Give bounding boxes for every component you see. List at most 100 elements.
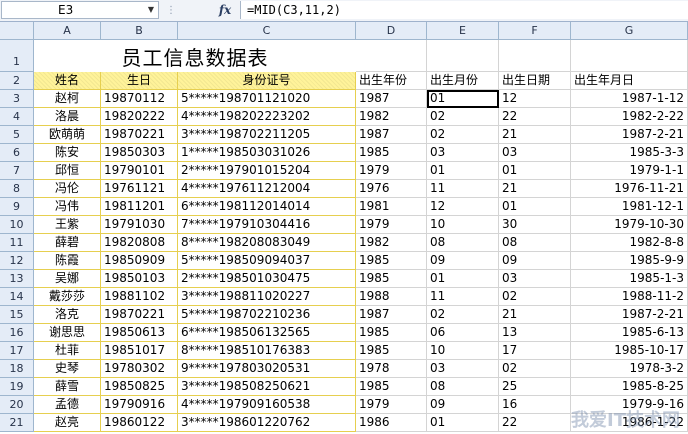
insert-function-icon[interactable]: fx bbox=[214, 2, 236, 18]
table-cell[interactable]: 陈安 bbox=[34, 144, 101, 162]
table-cell[interactable]: 02 bbox=[427, 306, 499, 324]
table-cell[interactable]: 19790101 bbox=[101, 162, 178, 180]
table-cell[interactable]: 1985 bbox=[356, 144, 427, 162]
table-cell[interactable]: 1987-2-21 bbox=[571, 306, 688, 324]
table-cell[interactable]: 11 bbox=[427, 180, 499, 198]
row-header-14[interactable]: 14 bbox=[0, 288, 34, 306]
sheet-title[interactable]: 员工信息数据表 bbox=[34, 40, 356, 72]
table-cell[interactable]: 08 bbox=[427, 378, 499, 396]
table-cell[interactable]: 赵柯 bbox=[34, 90, 101, 108]
table-cell[interactable]: 1981 bbox=[356, 198, 427, 216]
table-cell[interactable]: 1985-1-3 bbox=[571, 270, 688, 288]
table-cell[interactable]: 4*****197611212004 bbox=[178, 180, 356, 198]
row-header-7[interactable]: 7 bbox=[0, 162, 34, 180]
table-cell[interactable]: 19851017 bbox=[101, 342, 178, 360]
row-header-17[interactable]: 17 bbox=[0, 342, 34, 360]
column-header-f[interactable]: F bbox=[499, 22, 571, 40]
table-cell[interactable]: 8*****198510176383 bbox=[178, 342, 356, 360]
table-cell[interactable]: 1987 bbox=[356, 126, 427, 144]
table-cell[interactable]: 5*****198509094037 bbox=[178, 252, 356, 270]
column-header-b[interactable]: B bbox=[101, 22, 178, 40]
table-cell[interactable]: 1982-8-8 bbox=[571, 234, 688, 252]
active-cell[interactable]: 01 bbox=[427, 90, 499, 108]
table-cell[interactable]: 1*****198503031026 bbox=[178, 144, 356, 162]
row-header-1[interactable]: 1 bbox=[0, 40, 34, 72]
table-cell[interactable]: 1979 bbox=[356, 162, 427, 180]
table-cell[interactable]: 25 bbox=[499, 378, 571, 396]
table-cell[interactable]: 1982 bbox=[356, 234, 427, 252]
cell-empty[interactable] bbox=[427, 40, 499, 72]
column-header-e[interactable]: E bbox=[427, 22, 499, 40]
table-cell[interactable]: 9*****197803020531 bbox=[178, 360, 356, 378]
table-cell[interactable]: 欧萌萌 bbox=[34, 126, 101, 144]
table-cell[interactable]: 17 bbox=[499, 342, 571, 360]
row-header-10[interactable]: 10 bbox=[0, 216, 34, 234]
table-cell[interactable]: 1978 bbox=[356, 360, 427, 378]
chevron-down-icon[interactable]: ▼ bbox=[148, 2, 154, 18]
table-cell[interactable]: 1976-11-21 bbox=[571, 180, 688, 198]
table-cell[interactable]: 1982-2-22 bbox=[571, 108, 688, 126]
table-cell[interactable]: 19850909 bbox=[101, 252, 178, 270]
table-cell[interactable]: 03 bbox=[499, 270, 571, 288]
table-cell[interactable]: 1987-1-12 bbox=[571, 90, 688, 108]
table-cell[interactable]: 21 bbox=[499, 126, 571, 144]
table-cell[interactable]: 30 bbox=[499, 216, 571, 234]
table-cell[interactable]: 11 bbox=[427, 288, 499, 306]
table-cell[interactable]: 孟德 bbox=[34, 396, 101, 414]
table-cell[interactable]: 01 bbox=[427, 270, 499, 288]
table-cell[interactable]: 19790916 bbox=[101, 396, 178, 414]
table-cell[interactable]: 03 bbox=[499, 144, 571, 162]
table-cell[interactable]: 1985 bbox=[356, 378, 427, 396]
row-header-2[interactable]: 2 bbox=[0, 72, 34, 90]
table-header-cell[interactable]: 生日 bbox=[101, 72, 178, 90]
table-cell[interactable]: 19870112 bbox=[101, 90, 178, 108]
table-cell[interactable]: 1979-10-30 bbox=[571, 216, 688, 234]
table-cell[interactable]: 1982 bbox=[356, 108, 427, 126]
table-cell[interactable]: 19850825 bbox=[101, 378, 178, 396]
table-cell[interactable]: 1985-9-9 bbox=[571, 252, 688, 270]
formula-input[interactable]: =MID(C3,11,2) bbox=[240, 1, 688, 19]
table-cell[interactable]: 19820808 bbox=[101, 234, 178, 252]
table-cell[interactable]: 09 bbox=[499, 252, 571, 270]
table-cell[interactable]: 06 bbox=[427, 324, 499, 342]
table-cell[interactable]: 1978-3-2 bbox=[571, 360, 688, 378]
table-cell[interactable]: 19860122 bbox=[101, 414, 178, 432]
cell-empty[interactable] bbox=[356, 40, 427, 72]
table-cell[interactable]: 16 bbox=[499, 396, 571, 414]
table-cell[interactable]: 1985 bbox=[356, 252, 427, 270]
table-cell[interactable]: 1985-10-17 bbox=[571, 342, 688, 360]
table-cell[interactable]: 6*****198506132565 bbox=[178, 324, 356, 342]
row-header-19[interactable]: 19 bbox=[0, 378, 34, 396]
table-cell[interactable]: 19811201 bbox=[101, 198, 178, 216]
table-cell[interactable]: 3*****198811020227 bbox=[178, 288, 356, 306]
table-cell[interactable]: 03 bbox=[427, 144, 499, 162]
row-header-16[interactable]: 16 bbox=[0, 324, 34, 342]
row-header-11[interactable]: 11 bbox=[0, 234, 34, 252]
column-header-a[interactable]: A bbox=[34, 22, 101, 40]
table-cell[interactable]: 12 bbox=[427, 198, 499, 216]
table-cell[interactable]: 洛晨 bbox=[34, 108, 101, 126]
table-cell[interactable]: 01 bbox=[427, 162, 499, 180]
row-header-5[interactable]: 5 bbox=[0, 126, 34, 144]
cell-empty[interactable] bbox=[499, 40, 571, 72]
table-cell[interactable]: 1979 bbox=[356, 216, 427, 234]
row-header-4[interactable]: 4 bbox=[0, 108, 34, 126]
row-header-9[interactable]: 9 bbox=[0, 198, 34, 216]
table-cell[interactable]: 1988-11-2 bbox=[571, 288, 688, 306]
table-cell[interactable]: 08 bbox=[499, 234, 571, 252]
row-header-6[interactable]: 6 bbox=[0, 144, 34, 162]
table-cell[interactable]: 19870221 bbox=[101, 306, 178, 324]
table-cell[interactable]: 09 bbox=[427, 252, 499, 270]
row-header-13[interactable]: 13 bbox=[0, 270, 34, 288]
table-cell[interactable]: 5*****198702210236 bbox=[178, 306, 356, 324]
table-cell[interactable]: 3*****198702211205 bbox=[178, 126, 356, 144]
table-cell[interactable]: 2*****197901015204 bbox=[178, 162, 356, 180]
table-cell[interactable]: 3*****198508250621 bbox=[178, 378, 356, 396]
table-cell[interactable]: 1988 bbox=[356, 288, 427, 306]
table-header-cell[interactable]: 出生年月日 bbox=[571, 72, 688, 90]
table-cell[interactable]: 21 bbox=[499, 306, 571, 324]
table-cell[interactable]: 1987 bbox=[356, 306, 427, 324]
formula-bar-grip-icon[interactable]: ⋮ bbox=[166, 4, 176, 18]
table-cell[interactable]: 02 bbox=[427, 108, 499, 126]
table-cell[interactable]: 19780302 bbox=[101, 360, 178, 378]
